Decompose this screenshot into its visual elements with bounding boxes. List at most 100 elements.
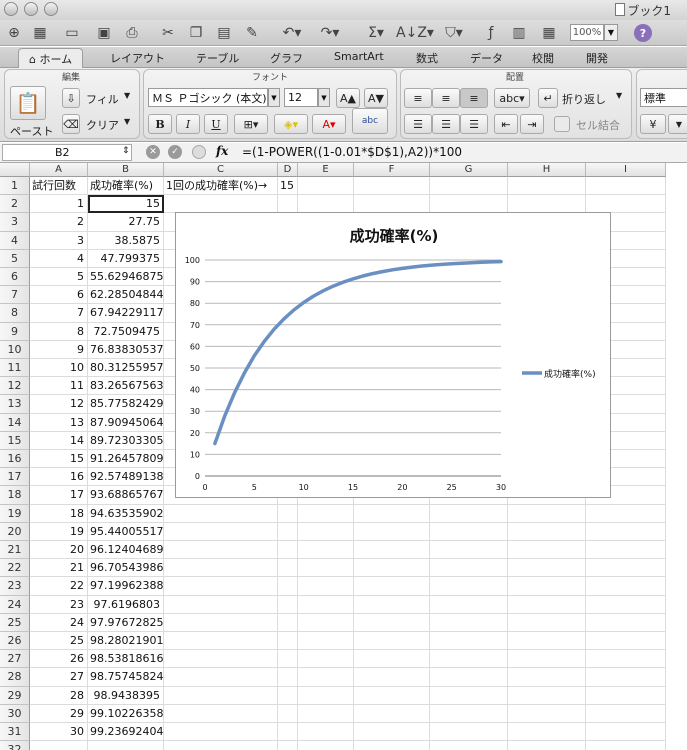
cell-d29[interactable] [278, 686, 298, 705]
cell-b11[interactable]: 80.31255957 [88, 359, 164, 378]
cell-e29[interactable] [298, 686, 354, 705]
cell-h29[interactable] [508, 686, 586, 705]
cell-b24[interactable]: 97.6196803 [88, 595, 164, 614]
cell-c27[interactable] [164, 650, 278, 669]
row-header-10[interactable]: 10 [0, 340, 30, 359]
cell-a18[interactable]: 17 [30, 486, 88, 505]
tab-table[interactable]: テーブル [196, 50, 239, 66]
tab-smartart[interactable]: SmartArt [334, 50, 384, 63]
cell-a19[interactable]: 18 [30, 504, 88, 523]
column-header-g[interactable]: G [430, 163, 508, 177]
align-middle-icon[interactable]: ≡ [432, 88, 460, 108]
cell-e28[interactable] [298, 668, 354, 687]
decrease-indent-icon[interactable]: ⇤ [494, 114, 518, 134]
row-header-29[interactable]: 29 [0, 686, 30, 705]
undo-icon[interactable]: ↶▾ [278, 23, 306, 43]
cell-i26[interactable] [586, 632, 666, 651]
select-all-corner[interactable] [0, 163, 30, 177]
cell-b15[interactable]: 89.72303305 [88, 431, 164, 450]
cell-b18[interactable]: 93.68865767 [88, 486, 164, 505]
row-header-28[interactable]: 28 [0, 668, 30, 687]
cell-e2[interactable] [298, 195, 354, 214]
cell-f31[interactable] [354, 723, 430, 742]
cell-h28[interactable] [508, 668, 586, 687]
row-header-30[interactable]: 30 [0, 704, 30, 723]
cell-a7[interactable]: 6 [30, 286, 88, 305]
row-header-9[interactable]: 9 [0, 322, 30, 341]
cell-g23[interactable] [430, 577, 508, 596]
wrap-text-button[interactable]: 折り返し [562, 91, 606, 107]
cell-f26[interactable] [354, 632, 430, 651]
templates-icon[interactable]: ▦ [30, 23, 50, 43]
cell-a31[interactable]: 30 [30, 723, 88, 742]
cell-b23[interactable]: 97.19962388 [88, 577, 164, 596]
row-header-2[interactable]: 2 [0, 195, 30, 214]
row-header-11[interactable]: 11 [0, 359, 30, 378]
cell-a32[interactable] [30, 741, 88, 750]
eraser-icon[interactable]: ⌫ [62, 114, 80, 134]
cell-h27[interactable] [508, 650, 586, 669]
cell-i29[interactable] [586, 686, 666, 705]
cell-b26[interactable]: 98.28021901 [88, 632, 164, 651]
cell-i30[interactable] [586, 704, 666, 723]
row-header-3[interactable]: 3 [0, 213, 30, 232]
cell-i22[interactable] [586, 559, 666, 578]
cell-h23[interactable] [508, 577, 586, 596]
cell-d25[interactable] [278, 613, 298, 632]
merge-cells-icon[interactable] [554, 116, 570, 132]
cell-h19[interactable] [508, 504, 586, 523]
cell-c26[interactable] [164, 632, 278, 651]
font-color-icon[interactable]: A▾ [312, 114, 346, 134]
cell-d22[interactable] [278, 559, 298, 578]
cell-b5[interactable]: 47.799375 [88, 249, 164, 268]
minimize-window-button[interactable] [24, 2, 38, 16]
zoom-window-button[interactable] [44, 2, 58, 16]
cell-g31[interactable] [430, 723, 508, 742]
cell-i32[interactable] [586, 741, 666, 750]
close-window-button[interactable] [4, 2, 18, 16]
cell-b27[interactable]: 98.53818616 [88, 650, 164, 669]
cell-g28[interactable] [430, 668, 508, 687]
cell-c32[interactable] [164, 741, 278, 750]
gallery-icon[interactable]: ▥ [508, 23, 530, 43]
cell-b1[interactable]: 成功確率(%) [88, 177, 164, 196]
cell-h24[interactable] [508, 595, 586, 614]
cell-a6[interactable]: 5 [30, 268, 88, 287]
cell-f2[interactable] [354, 195, 430, 214]
cell-a5[interactable]: 4 [30, 249, 88, 268]
cell-e30[interactable] [298, 704, 354, 723]
save-icon[interactable]: ▣ [94, 23, 114, 43]
align-center-icon[interactable]: ☰ [432, 114, 460, 134]
cell-i20[interactable] [586, 522, 666, 541]
cell-d19[interactable] [278, 504, 298, 523]
cell-i28[interactable] [586, 668, 666, 687]
formula-builder-icon[interactable] [192, 145, 206, 159]
cell-c23[interactable] [164, 577, 278, 596]
paste-icon[interactable]: ▤ [214, 23, 234, 43]
cell-h21[interactable] [508, 541, 586, 560]
cell-a20[interactable]: 19 [30, 522, 88, 541]
currency-icon[interactable]: ¥ [640, 114, 666, 134]
row-header-32[interactable]: 32 [0, 741, 30, 750]
redo-icon[interactable]: ↷▾ [316, 23, 344, 43]
cell-c29[interactable] [164, 686, 278, 705]
cell-d28[interactable] [278, 668, 298, 687]
cell-i25[interactable] [586, 613, 666, 632]
row-header-12[interactable]: 12 [0, 377, 30, 396]
cell-b19[interactable]: 94.63535902 [88, 504, 164, 523]
column-header-d[interactable]: D [278, 163, 298, 177]
cell-a26[interactable]: 25 [30, 632, 88, 651]
cell-h32[interactable] [508, 741, 586, 750]
cell-a24[interactable]: 23 [30, 595, 88, 614]
cell-d1[interactable]: 15 [278, 177, 298, 196]
cell-b30[interactable]: 99.10226358 [88, 704, 164, 723]
zoom-field[interactable]: 100% [570, 24, 604, 41]
row-header-5[interactable]: 5 [0, 249, 30, 268]
cell-d32[interactable] [278, 741, 298, 750]
font-name-dropdown-icon[interactable]: ▼ [268, 88, 280, 107]
cell-a11[interactable]: 10 [30, 359, 88, 378]
cell-a28[interactable]: 27 [30, 668, 88, 687]
cell-f30[interactable] [354, 704, 430, 723]
cell-a3[interactable]: 2 [30, 213, 88, 232]
cell-a8[interactable]: 7 [30, 304, 88, 323]
